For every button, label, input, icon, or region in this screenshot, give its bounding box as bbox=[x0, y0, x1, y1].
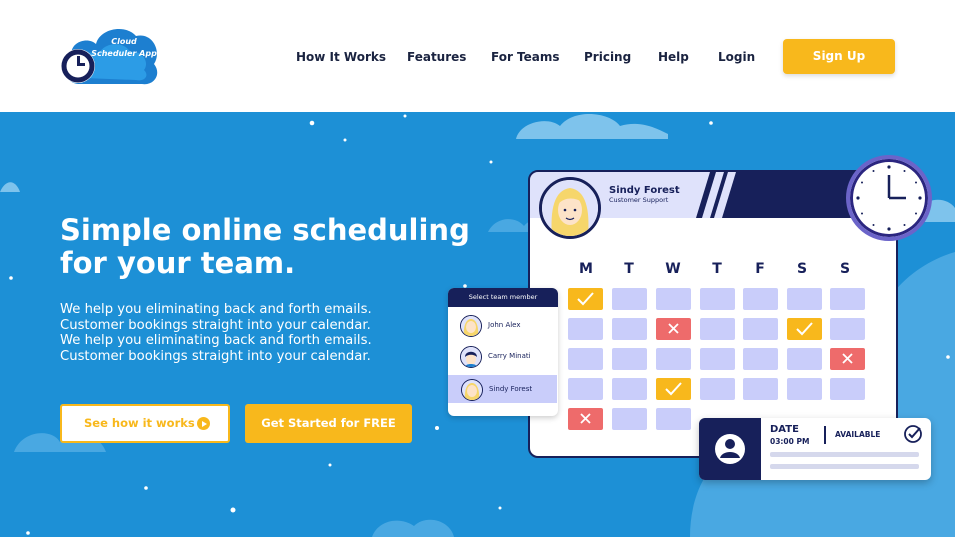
booking-time: 03:00 PM bbox=[770, 437, 810, 446]
nav-login[interactable]: Login bbox=[718, 50, 755, 64]
calendar-slot[interactable] bbox=[656, 288, 691, 310]
logo-line-1: Cloud bbox=[111, 37, 137, 46]
description-line: Customer bookings straight into your cal… bbox=[60, 317, 371, 333]
team-member-selector: Select team member John Alex Carry Minat… bbox=[448, 288, 558, 416]
day-friday: F bbox=[755, 261, 765, 277]
calendar-slot[interactable] bbox=[830, 378, 865, 400]
description-line: We help you eliminating back and forth e… bbox=[60, 302, 372, 317]
calendar-slot[interactable] bbox=[830, 288, 865, 310]
calendar-slot[interactable] bbox=[612, 408, 647, 430]
team-selector-title: Select team member bbox=[448, 288, 558, 307]
check-circle-icon bbox=[904, 425, 922, 443]
team-member-name: Sindy Forest bbox=[489, 385, 533, 393]
calendar-slot[interactable] bbox=[612, 378, 647, 400]
calendar-slot[interactable] bbox=[700, 288, 735, 310]
team-member-carry-minati[interactable]: Carry Minati bbox=[448, 342, 558, 372]
day-thursday: T bbox=[712, 261, 722, 277]
calendar-slot[interactable] bbox=[568, 378, 603, 400]
calendar-slot[interactable] bbox=[568, 348, 603, 370]
team-member-name: John Alex bbox=[488, 321, 521, 329]
checkmark-icon bbox=[665, 382, 682, 396]
play-icon bbox=[197, 417, 210, 430]
user-icon bbox=[699, 418, 761, 480]
calendar-slot[interactable] bbox=[700, 378, 735, 400]
sindy-forest-small-avatar bbox=[461, 379, 483, 401]
calendar-user-role: Customer Support bbox=[609, 196, 669, 204]
day-monday: M bbox=[579, 261, 593, 277]
calendar-slot[interactable] bbox=[568, 318, 603, 340]
nav-help[interactable]: Help bbox=[658, 50, 689, 64]
placeholder-line bbox=[770, 452, 919, 457]
day-sunday: S bbox=[839, 261, 851, 277]
site-header: Cloud Scheduler App How It Works Feature… bbox=[0, 0, 955, 112]
nav-pricing[interactable]: Pricing bbox=[584, 50, 631, 64]
logo-line-2: Scheduler App bbox=[91, 49, 157, 58]
day-wednesday: W bbox=[665, 261, 681, 277]
calendar-slot[interactable] bbox=[787, 378, 822, 400]
calendar-slot-accepted[interactable] bbox=[787, 318, 822, 340]
team-member-john-alex[interactable]: John Alex bbox=[448, 311, 558, 341]
x-mark-icon bbox=[580, 413, 591, 424]
calendar-slot[interactable] bbox=[830, 318, 865, 340]
nav-how-it-works[interactable]: How It Works bbox=[296, 50, 386, 64]
description-line: Customer bookings straight into your cal… bbox=[60, 348, 371, 364]
carry-minati-avatar bbox=[460, 346, 482, 368]
calendar-slot[interactable] bbox=[656, 348, 691, 370]
day-tuesday: T bbox=[624, 261, 634, 277]
team-member-name: Carry Minati bbox=[488, 352, 531, 360]
calendar-slot[interactable] bbox=[612, 318, 647, 340]
calendar-user-name: Sindy Forest bbox=[609, 185, 680, 196]
nav-features[interactable]: Features bbox=[407, 50, 466, 64]
description-line: We help you eliminating back and forth e… bbox=[60, 333, 372, 348]
calendar-slot[interactable] bbox=[700, 348, 735, 370]
checkmark-icon bbox=[796, 322, 813, 336]
see-how-it-works-button[interactable]: See how it works bbox=[60, 404, 230, 443]
calendar-slot-rejected[interactable] bbox=[830, 348, 865, 370]
calendar-slot[interactable] bbox=[743, 348, 778, 370]
booking-card: DATE 03:00 PM AVAILABLE bbox=[699, 418, 931, 480]
day-saturday: S bbox=[796, 261, 808, 277]
get-started-button[interactable]: Get Started for FREE bbox=[245, 404, 412, 443]
hero-section: Simple online scheduling for your team. … bbox=[0, 112, 955, 537]
calendar-slot[interactable] bbox=[700, 318, 735, 340]
calendar-slot[interactable] bbox=[612, 348, 647, 370]
calendar-slot-accepted[interactable] bbox=[568, 288, 603, 310]
hero-description: We help you eliminating back and forth e… bbox=[60, 302, 460, 364]
booking-divider bbox=[824, 426, 826, 444]
calendar-slot[interactable] bbox=[656, 408, 691, 430]
sindy-forest-avatar bbox=[539, 177, 601, 239]
sign-up-button[interactable]: Sign Up bbox=[783, 39, 895, 74]
calendar-slot-rejected[interactable] bbox=[568, 408, 603, 430]
placeholder-line bbox=[770, 464, 919, 469]
calendar-slot-accepted[interactable] bbox=[656, 378, 691, 400]
nav-for-teams[interactable]: For Teams bbox=[491, 50, 560, 64]
x-mark-icon bbox=[842, 353, 853, 364]
booking-status: AVAILABLE bbox=[835, 430, 881, 439]
hero-headline: Simple online scheduling for your team. bbox=[60, 213, 470, 280]
booking-date-label: DATE bbox=[770, 424, 799, 435]
john-alex-avatar bbox=[460, 315, 482, 337]
clock-icon bbox=[846, 155, 932, 241]
calendar-slot[interactable] bbox=[743, 318, 778, 340]
calendar-slot[interactable] bbox=[743, 378, 778, 400]
calendar-slot[interactable] bbox=[743, 288, 778, 310]
x-mark-icon bbox=[668, 323, 679, 334]
calendar-slot[interactable] bbox=[787, 348, 822, 370]
calendar-slot[interactable] bbox=[787, 288, 822, 310]
calendar-slot-rejected[interactable] bbox=[656, 318, 691, 340]
logo-text: Cloud Scheduler App bbox=[88, 36, 160, 60]
checkmark-icon bbox=[577, 292, 594, 306]
team-member-sindy-forest[interactable]: Sindy Forest bbox=[448, 374, 558, 404]
calendar-slot[interactable] bbox=[612, 288, 647, 310]
see-how-it-works-label: See how it works bbox=[84, 416, 195, 430]
